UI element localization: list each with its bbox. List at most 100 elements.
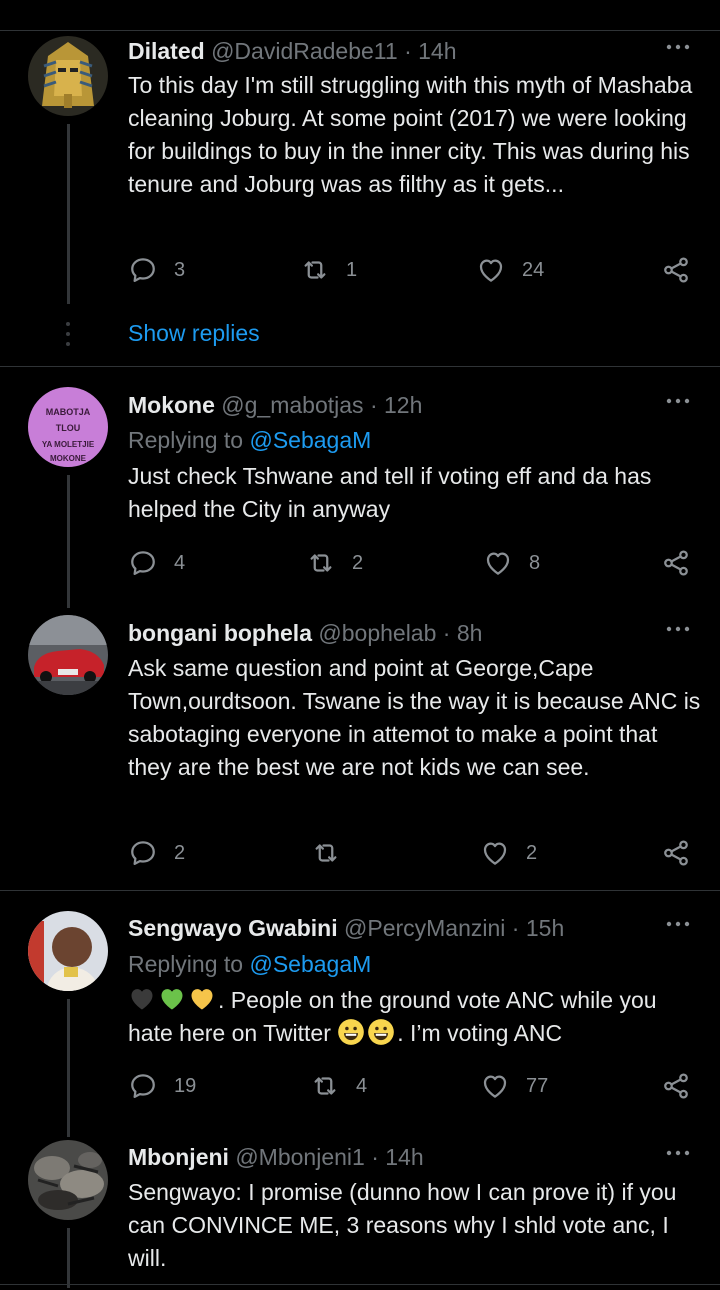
avatar[interactable] [28,36,108,116]
green-heart-emoji [158,985,186,1013]
reply-button[interactable]: 3 [128,254,185,286]
more-icon[interactable] [666,919,690,929]
share-icon [661,838,691,868]
tweet-header: Mokone @g_mabotjas · 12h [128,390,422,420]
separator: · [369,392,378,418]
retweet-button[interactable] [311,837,357,869]
timestamp[interactable]: 8h [457,620,483,646]
reply-button[interactable]: 4 [128,547,185,579]
handle[interactable]: @g_mabotjas [221,392,363,418]
tweet-text: Just check Tshwane and tell if voting ef… [128,463,652,522]
top-divider [0,30,720,31]
divider [0,366,720,367]
separator: · [404,38,412,64]
mention-link[interactable]: @SebagaM [249,427,371,453]
like-count: 77 [526,1074,549,1097]
like-count: 2 [526,841,538,864]
bottom-divider [0,1284,720,1285]
like-icon [476,255,506,285]
display-name[interactable]: Sengwayo Gwabini [128,915,338,941]
share-button[interactable] [661,1070,691,1102]
action-bar: 19 4 77 [128,1070,693,1102]
like-button[interactable]: 24 [476,254,544,286]
like-count: 8 [529,551,541,574]
avatar[interactable] [28,911,108,991]
avatar-text-line: TLOU [56,423,81,433]
like-button[interactable]: 2 [480,837,537,869]
avatar[interactable] [28,615,108,695]
retweet-count: 2 [352,551,364,574]
tweet-text: . People on the ground vote ANC while yo… [128,984,703,1050]
timestamp[interactable]: 14h [418,38,456,64]
like-count: 24 [522,258,545,281]
display-name[interactable]: Mokone [128,392,215,418]
action-bar: 3 1 24 [128,254,693,286]
thread-line [67,475,70,608]
share-button[interactable] [661,547,691,579]
reply-icon [128,255,158,285]
handle[interactable]: @DavidRadebe11 [211,38,398,64]
tweet-text: Sengwayo: I promise (dunno how I can pro… [128,1179,677,1271]
thread-line [67,999,70,1137]
divider [0,890,720,891]
more-icon[interactable] [666,396,690,406]
thread-dots [66,322,70,352]
thread-line [67,124,70,304]
handle[interactable]: @PercyManzini [344,915,505,941]
like-icon [483,548,513,578]
handle[interactable]: @bophelab [318,620,436,646]
like-icon [480,838,510,868]
share-button[interactable] [661,254,691,286]
timestamp[interactable]: 14h [385,1144,423,1170]
grinning-emoji [367,1018,395,1046]
retweet-icon [300,255,330,285]
avatar-text-line: YA MOLETJIE [42,440,95,449]
show-replies-link[interactable]: Show replies [128,320,260,347]
tweet-header: Mbonjeni @Mbonjeni1 · 14h [128,1142,424,1172]
more-icon[interactable] [666,42,690,52]
grinning-emoji [337,1018,365,1046]
separator: · [511,915,520,941]
reply-button[interactable]: 2 [128,837,185,869]
tweet-text-part: . I’m voting ANC [397,1020,563,1046]
timestamp[interactable]: 12h [384,392,422,418]
tweet-text: To this day I'm still struggling with th… [128,72,693,197]
reply-count: 4 [174,551,186,574]
replying-to: Replying to @SebagaM [128,425,371,455]
separator: · [442,620,451,646]
action-bar: 4 2 8 [128,547,693,579]
more-icon[interactable] [666,1148,690,1158]
handle[interactable]: @Mbonjeni1 [235,1144,364,1170]
reply-button[interactable]: 19 [128,1070,196,1102]
mention-link[interactable]: @SebagaM [249,951,371,977]
timestamp[interactable]: 15h [526,915,564,941]
like-button[interactable]: 8 [483,547,540,579]
more-icon[interactable] [666,624,690,634]
tweet-header: Sengwayo Gwabini @PercyManzini · 15h [128,913,564,943]
reply-icon [128,1071,158,1101]
replying-label: Replying to [128,951,244,977]
display-name[interactable]: Dilated [128,38,205,64]
retweet-count: 4 [356,1074,368,1097]
retweet-button[interactable]: 2 [306,547,363,579]
share-icon [661,1071,691,1101]
retweet-button[interactable]: 1 [300,254,357,286]
reply-count: 3 [174,258,186,281]
avatar-text-line: MOKONE [50,454,87,463]
avatar-text-line: MABOTJA [46,407,91,417]
tweet-header: Dilated @DavidRadebe11 · 14h [128,36,457,66]
share-button[interactable] [661,837,691,869]
tweet-text: Ask same question and point at George,Ca… [128,655,701,780]
avatar[interactable]: MABOTJA TLOU YA MOLETJIE MOKONE [28,387,108,467]
retweet-icon [311,838,341,868]
separator: · [371,1144,379,1170]
display-name[interactable]: Mbonjeni [128,1144,229,1170]
reply-count: 19 [174,1074,197,1097]
reply-count: 2 [174,841,186,864]
like-button[interactable]: 77 [480,1070,548,1102]
retweet-icon [306,548,336,578]
retweet-icon [310,1071,340,1101]
display-name[interactable]: bongani bophela [128,620,312,646]
retweet-button[interactable]: 4 [310,1070,367,1102]
avatar[interactable] [28,1140,108,1220]
